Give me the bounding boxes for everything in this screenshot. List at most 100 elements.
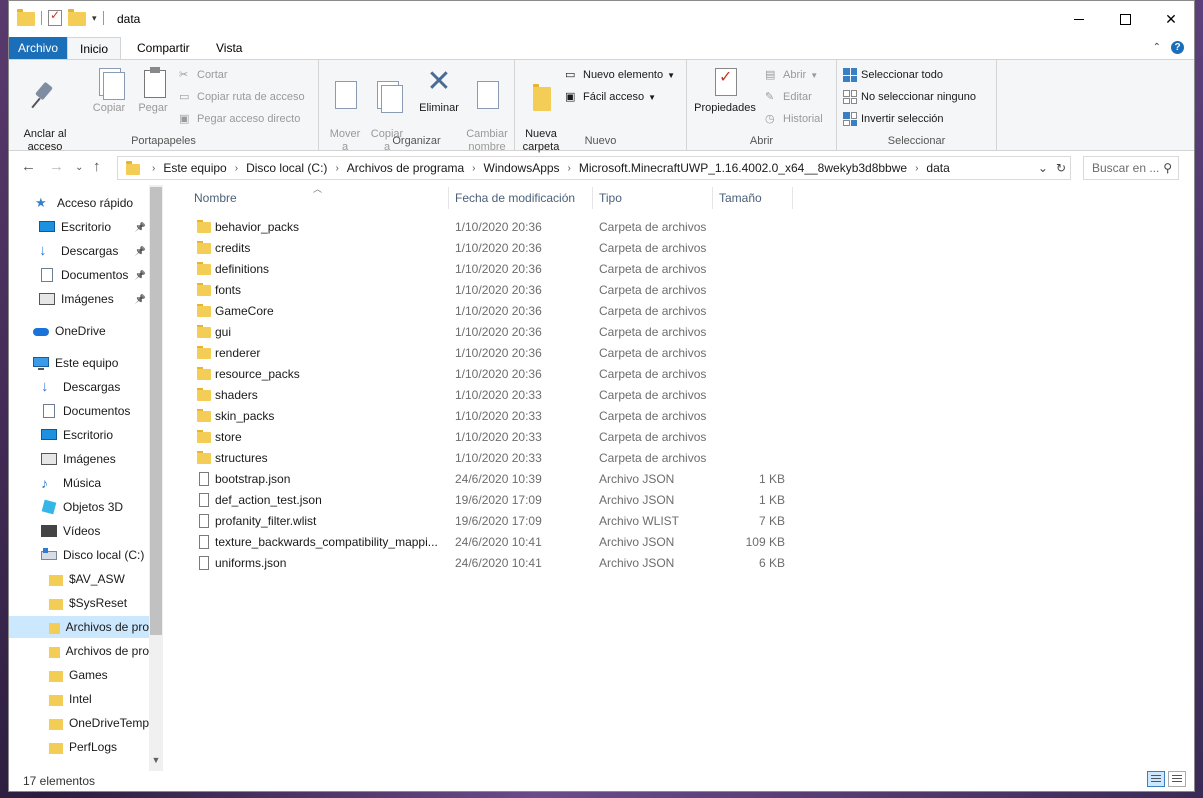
sidebar-item[interactable]: PerfLogs <box>9 736 149 758</box>
sidebar-item[interactable]: $SysReset <box>9 592 149 614</box>
large-icons-view-button[interactable] <box>1168 771 1186 787</box>
up-arrow-icon[interactable]: ↑ <box>93 158 101 175</box>
tab-archivo[interactable]: Archivo <box>9 37 67 59</box>
sidebar-item[interactable]: Escritorio <box>9 424 149 446</box>
table-row[interactable]: uniforms.json 24/6/2020 10:41 Archivo JSON… <box>173 553 793 574</box>
sidebar-item[interactable]: Objetos 3D <box>9 496 149 518</box>
sidebar-item[interactable]: ↓ Descargas 📌 <box>9 240 149 262</box>
new-folder-icon[interactable] <box>68 9 86 26</box>
scroll-down-icon[interactable]: ▼ <box>149 755 163 765</box>
sidebar-item[interactable]: Este equipo <box>9 352 149 374</box>
pin-quick-access-button[interactable]: Anclar al acceso rápido <box>15 64 75 167</box>
properties-button[interactable]: Propiedades <box>691 64 759 115</box>
column-date[interactable]: Fecha de modificación <box>448 185 592 211</box>
sidebar-item[interactable]: ♪ Música <box>9 472 149 494</box>
breadcrumb-item[interactable]: data <box>926 161 949 175</box>
paste-button[interactable]: Pegar <box>133 64 173 115</box>
chevron-right-icon[interactable]: › <box>152 163 155 174</box>
table-row[interactable]: structures 1/10/2020 20:33 Carpeta de arch… <box>173 448 793 469</box>
table-row[interactable]: behavior_packs 1/10/2020 20:36 Carpeta de … <box>173 217 793 238</box>
chevron-down-icon[interactable]: ⌄ <box>1038 161 1048 175</box>
chevron-right-icon[interactable]: › <box>335 163 338 174</box>
sidebar-item[interactable]: Vídeos <box>9 520 149 542</box>
sidebar-item[interactable]: OneDrive <box>9 320 149 342</box>
refresh-icon[interactable]: ↻ <box>1056 161 1066 175</box>
scrollbar-thumb[interactable] <box>150 187 162 635</box>
delete-button[interactable]: ✕ Eliminar <box>415 64 463 115</box>
column-type[interactable]: Tipo <box>592 185 712 211</box>
table-row[interactable]: GameCore 1/10/2020 20:36 Carpeta de archiv… <box>173 301 793 322</box>
sidebar-item[interactable]: Imágenes <box>9 448 149 470</box>
column-name[interactable]: Nombre <box>187 185 447 211</box>
sidebar-item[interactable]: Games <box>9 664 149 686</box>
chevron-right-icon[interactable]: › <box>915 163 918 174</box>
breadcrumb-item[interactable]: Disco local (C:) <box>246 161 327 175</box>
select-none-button[interactable]: No seleccionar ninguno <box>843 90 976 104</box>
pin-icon[interactable]: 📌 <box>135 270 146 281</box>
table-row[interactable]: fonts 1/10/2020 20:36 Carpeta de archivos <box>173 280 793 301</box>
maximize-button[interactable] <box>1102 1 1148 37</box>
tab-inicio[interactable]: Inicio <box>67 37 121 59</box>
sidebar-item[interactable]: Escritorio 📌 <box>9 216 149 238</box>
sidebar-item[interactable]: Imágenes 📌 <box>9 288 149 310</box>
select-all-button[interactable]: Seleccionar todo <box>843 68 943 82</box>
breadcrumb-item[interactable]: WindowsApps <box>484 161 560 175</box>
tab-vista[interactable]: Vista <box>206 37 252 59</box>
paste-shortcut-button[interactable]: ▣ Pegar acceso directo <box>179 112 300 126</box>
close-button[interactable]: ✕ <box>1148 1 1194 37</box>
sidebar-item[interactable]: Archivos de pro <box>9 616 149 638</box>
sidebar-item[interactable]: $AV_ASW <box>9 568 149 590</box>
invert-selection-button[interactable]: Invertir selección <box>843 112 944 126</box>
properties-icon[interactable] <box>48 8 62 26</box>
table-row[interactable]: credits 1/10/2020 20:36 Carpeta de archivo… <box>173 238 793 259</box>
breadcrumb-item[interactable]: Este equipo <box>163 161 226 175</box>
sidebar-item[interactable]: OneDriveTemp <box>9 712 149 734</box>
tab-compartir[interactable]: Compartir <box>127 37 200 59</box>
sidebar-scrollbar[interactable]: ▼ <box>149 185 163 771</box>
history-button[interactable]: ◷ Historial <box>765 112 823 126</box>
cut-button[interactable]: ✂ Cortar <box>179 68 228 82</box>
table-row[interactable]: store 1/10/2020 20:33 Carpeta de archivos <box>173 427 793 448</box>
open-button[interactable]: ▤ Abrir ▼ <box>765 68 818 82</box>
easy-access-button[interactable]: ▣ Fácil acceso ▼ <box>565 90 656 104</box>
table-row[interactable]: renderer 1/10/2020 20:36 Carpeta de archiv… <box>173 343 793 364</box>
table-row[interactable]: profanity_filter.wlist 19/6/2020 17:09 Arc… <box>173 511 793 532</box>
help-icon[interactable]: ? <box>1171 41 1184 54</box>
pin-icon[interactable]: 📌 <box>135 222 146 233</box>
sidebar-item[interactable]: ★ Acceso rápido <box>9 192 149 214</box>
table-row[interactable]: skin_packs 1/10/2020 20:33 Carpeta de arch… <box>173 406 793 427</box>
sidebar-item[interactable]: ↓ Descargas <box>9 376 149 398</box>
search-input[interactable]: Buscar en ... ⚲ <box>1083 156 1179 180</box>
sidebar-item[interactable]: Disco local (C:) <box>9 544 149 566</box>
column-size[interactable]: Tamaño <box>712 185 792 211</box>
sidebar-item[interactable]: Documentos 📌 <box>9 264 149 286</box>
sidebar-item[interactable]: Documentos <box>9 400 149 422</box>
table-row[interactable]: gui 1/10/2020 20:36 Carpeta de archivos <box>173 322 793 343</box>
table-row[interactable]: texture_backwards_compatibility_mappi...… <box>173 532 793 553</box>
breadcrumb-item[interactable]: Archivos de programa <box>347 161 464 175</box>
copy-path-button[interactable]: ▭ Copiar ruta de acceso <box>179 90 305 104</box>
new-item-button[interactable]: ▭ Nuevo elemento ▼ <box>565 68 675 82</box>
minimize-button[interactable] <box>1056 1 1102 37</box>
chevron-right-icon[interactable]: › <box>568 163 571 174</box>
minimize-ribbon-icon[interactable]: ⌃ <box>1153 42 1161 53</box>
chevron-right-icon[interactable]: › <box>235 163 238 174</box>
edit-button[interactable]: ✎ Editar <box>765 90 812 104</box>
table-row[interactable]: resource_packs 1/10/2020 20:36 Carpeta de … <box>173 364 793 385</box>
sidebar-item[interactable]: Intel <box>9 688 149 710</box>
back-arrow-icon[interactable]: ← <box>21 158 36 175</box>
details-view-button[interactable] <box>1147 771 1165 787</box>
pin-icon[interactable]: 📌 <box>135 246 146 257</box>
copy-button[interactable]: Copiar <box>89 64 129 115</box>
chevron-right-icon[interactable]: › <box>472 163 475 174</box>
customize-toolbar-icon[interactable]: ▾ <box>92 13 97 24</box>
table-row[interactable]: definitions 1/10/2020 20:36 Carpeta de arc… <box>173 259 793 280</box>
table-row[interactable]: bootstrap.json 24/6/2020 10:39 Archivo JSO… <box>173 469 793 490</box>
recent-locations-icon[interactable]: ⌄ <box>75 162 83 173</box>
address-bar[interactable]: › Este equipo › Disco local (C:) › Archi… <box>117 156 1071 180</box>
pin-icon[interactable]: 📌 <box>135 294 146 305</box>
table-row[interactable]: def_action_test.json 19/6/2020 17:09 Archi… <box>173 490 793 511</box>
table-row[interactable]: shaders 1/10/2020 20:33 Carpeta de archivo… <box>173 385 793 406</box>
sidebar-item[interactable]: Archivos de pro <box>9 640 149 662</box>
breadcrumb-item[interactable]: Microsoft.MinecraftUWP_1.16.4002.0_x64__… <box>579 161 907 175</box>
